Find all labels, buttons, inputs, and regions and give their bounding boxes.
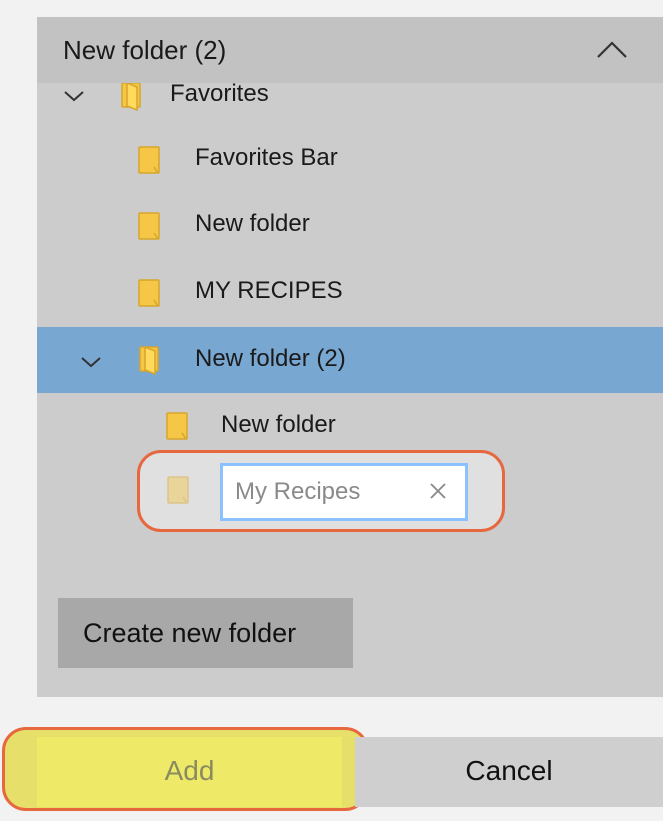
tree-item-label: Favorites	[170, 83, 269, 107]
cancel-button-label: Cancel	[465, 755, 553, 786]
tree-item-favorites-bar[interactable]: Favorites Bar	[37, 127, 663, 193]
tree-item-label: New folder	[195, 210, 310, 237]
folder-name-input-wrapper	[220, 463, 468, 521]
tree-item-label: New folder	[221, 411, 336, 438]
tree-item-label: New folder (2)	[195, 345, 346, 372]
tree-item-label: Favorites Bar	[195, 144, 338, 171]
chevron-down-icon[interactable]	[80, 355, 102, 369]
chevron-up-icon[interactable]	[595, 39, 629, 61]
tree-item-new-folder[interactable]: New folder	[37, 193, 663, 259]
folder-icon	[138, 212, 160, 240]
dialog-footer: Add Cancel	[0, 727, 663, 821]
create-new-folder-label: Create new folder	[83, 618, 297, 648]
selected-folder-title: New folder (2)	[63, 35, 227, 65]
new-folder-editor	[137, 450, 505, 532]
folder-open-icon	[139, 345, 159, 375]
folder-picker-panel: New folder (2) Favorites Favorites Bar N…	[37, 17, 663, 697]
create-new-folder-button[interactable]: Create new folder	[58, 598, 353, 668]
folder-open-icon	[121, 83, 141, 111]
tree-item-label: MY RECIPES	[195, 277, 343, 304]
folder-name-input[interactable]	[235, 476, 415, 508]
folder-dropdown-header[interactable]: New folder (2)	[37, 17, 663, 83]
folder-icon	[138, 279, 160, 307]
add-button[interactable]: Add	[37, 737, 342, 807]
tree-item-my-recipes[interactable]: MY RECIPES	[37, 260, 663, 326]
cancel-button[interactable]: Cancel	[355, 737, 663, 807]
folder-icon	[166, 412, 188, 440]
close-icon[interactable]	[427, 480, 449, 502]
tree-item-new-folder-2[interactable]: New folder (2)	[37, 327, 663, 393]
folder-icon	[167, 476, 189, 504]
add-button-label: Add	[164, 755, 215, 786]
tree-item-favorites[interactable]: Favorites	[37, 83, 663, 111]
chevron-down-icon[interactable]	[63, 89, 85, 103]
folder-icon	[138, 146, 160, 174]
